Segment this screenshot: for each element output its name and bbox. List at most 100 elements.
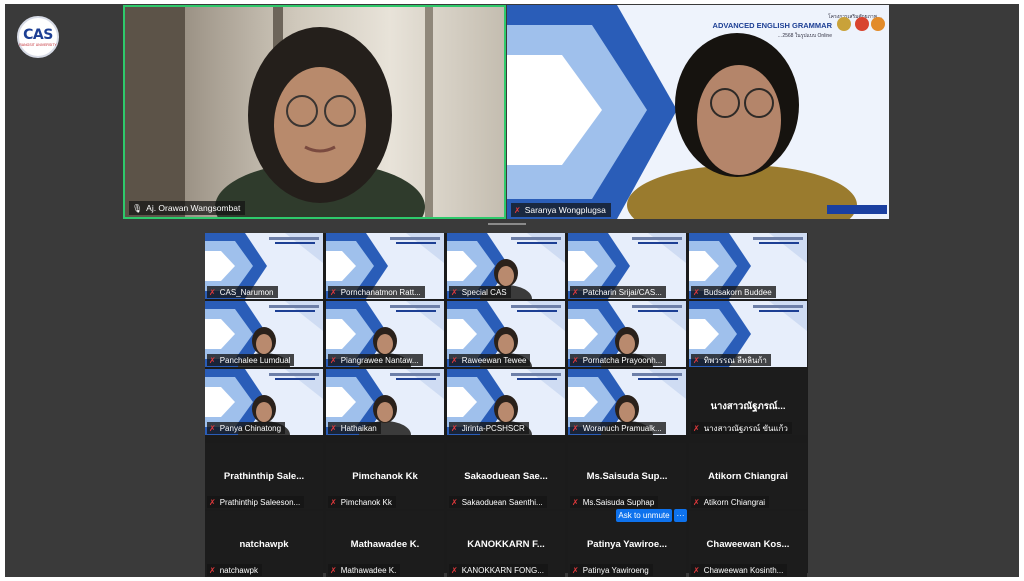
participant-display-name: Sakaoduean Sae...	[464, 471, 548, 482]
participant-display-name: Prathinthip Sale...	[223, 471, 305, 482]
participant-tile[interactable]: Ms.Saisuda Sup... ✗ Ms.Saisuda Suphap	[568, 443, 686, 509]
muted-mic-icon: ✗	[451, 287, 458, 297]
participant-name-tag: ✗ Panchalee Lumdual	[207, 354, 295, 366]
participant-tile[interactable]: KANOKKARN F... ✗ KANOKKARN FONG...	[447, 511, 565, 577]
participant-name: Pornchanatmon Ratt...	[340, 287, 421, 297]
participant-name-tag: ✗ Prathinthip Saleeson...	[207, 496, 305, 508]
participant-name: Hathaikan	[340, 423, 377, 433]
participant-name-tag: ✗ Pornatcha Prayoonh...	[570, 354, 667, 366]
slide-line-1: โครงการเสริมศักยภาพ…	[828, 14, 882, 20]
participant-name-tag: ✗ Sakaoduean Saenthi...	[449, 496, 547, 508]
participant-tile[interactable]: นางสาวณัฐภรณ์... ✗ นางสาวณัฐภรณ์ ขันแก้ว	[689, 369, 807, 435]
participant-tile[interactable]: ✗ Special CAS	[447, 233, 565, 299]
participant-name: Patcharin Srijai/CAS...	[582, 287, 662, 297]
participant-name: ทิพวรรณ ลีหลินก้า	[703, 355, 767, 365]
participant-tile[interactable]: ✗ Pornchanatmon Ratt...	[326, 233, 444, 299]
participant-name-tag: ✗ นางสาวณัฐภรณ์ ขันแก้ว	[691, 422, 792, 434]
slide-line-2: …2568 ในรูปแบบ Online	[777, 33, 832, 39]
muted-mic-icon: ✗	[330, 497, 337, 507]
participant-name-tag: ✗ Special CAS	[449, 286, 511, 298]
participant-tile[interactable]: ✗ CAS_Narumon	[205, 233, 323, 299]
speaker-name: Saranya Wongplugsa	[524, 205, 606, 215]
participant-name: Woranuch Pramualk...	[582, 423, 662, 433]
muted-mic-icon: ✗	[451, 355, 458, 365]
participant-display-name: natchawpk	[239, 539, 289, 550]
muted-mic-icon: ✗	[209, 565, 216, 575]
participant-grid: ✗ CAS_Narumon ✗ Pornchanatmon Ratt... ✗ Speci…	[205, 233, 808, 577]
participant-tile[interactable]: Mathawadee K. ✗ Mathawadee K.	[326, 511, 444, 577]
participant-name: Ms.Saisuda Suphap	[582, 497, 655, 507]
participant-name: natchawpk	[219, 565, 258, 575]
ask-to-unmute-button[interactable]: Ask to unmute	[616, 509, 672, 522]
muted-mic-icon: ✗	[330, 565, 337, 575]
speaker-tile-active[interactable]: 🎙 Aj. Orawan Wangsombat	[123, 5, 506, 219]
participant-tile[interactable]: Pimchanok Kk ✗ Pimchanok Kk	[326, 443, 444, 509]
muted-mic-icon: ✗	[209, 423, 216, 433]
speaker-tile[interactable]: โครงการเสริมศักยภาพ… ADVANCED ENGLISH GR…	[507, 5, 889, 219]
participant-name: Panya Chinatong	[219, 423, 282, 433]
participant-display-name: Mathawadee K.	[350, 539, 420, 550]
participant-tile[interactable]: ✗ Budsakorn Buddee	[689, 233, 807, 299]
muted-mic-icon: ✗	[693, 423, 700, 433]
participant-name: Piangrawee Nantaw...	[340, 355, 419, 365]
participant-name-tag: ✗ Raweewan Tewee	[449, 354, 531, 366]
participant-name-tag: ✗ Pornchanatmon Ratt...	[328, 286, 425, 298]
logo-icon	[871, 17, 885, 31]
participant-name-tag: ✗ KANOKKARN FONG...	[449, 564, 548, 576]
participant-name: Budsakorn Buddee	[703, 287, 772, 297]
muted-mic-icon: ✗	[693, 565, 700, 575]
participant-name: Pornatcha Prayoonh...	[582, 355, 663, 365]
emblem-icon	[837, 17, 851, 31]
participant-tile[interactable]: ✗ Piangrawee Nantaw...	[326, 301, 444, 367]
participant-name-tag: ✗ Woranuch Pramualk...	[570, 422, 666, 434]
logo-text: CAS	[23, 26, 53, 43]
participant-tile[interactable]: natchawpk ✗ natchawpk	[205, 511, 323, 577]
participant-name-tag: ✗ Budsakorn Buddee	[691, 286, 776, 298]
participant-name-tag: ✗ Panya Chinatong	[207, 422, 286, 434]
participant-tile[interactable]: ✗ Panya Chinatong	[205, 369, 323, 435]
participant-tile[interactable]: ✗ Hathaikan	[326, 369, 444, 435]
participant-tile[interactable]: ✗ Patcharin Srijai/CAS...	[568, 233, 686, 299]
participant-tile[interactable]: ✗ Panchalee Lumdual	[205, 301, 323, 367]
participant-name-tag: ✗ Ms.Saisuda Suphap	[570, 496, 659, 508]
participant-display-name: KANOKKARN F...	[467, 539, 545, 550]
muted-mic-icon: ✗	[330, 355, 337, 365]
muted-mic-icon: ✗	[572, 497, 579, 507]
muted-mic-icon: ✗	[572, 355, 579, 365]
participant-tile[interactable]: Prathinthip Sale... ✗ Prathinthip Saleeson…	[205, 443, 323, 509]
muted-mic-icon: ✗	[572, 287, 579, 297]
participant-name: Prathinthip Saleeson...	[219, 497, 301, 507]
participant-tile[interactable]: ✗ Raweewan Tewee	[447, 301, 565, 367]
participant-name: KANOKKARN FONG...	[461, 565, 544, 575]
participant-tile[interactable]: ✗ ทิพวรรณ ลีหลินก้า	[689, 301, 807, 367]
participant-name-tag: ✗ Mathawadee K.	[328, 564, 401, 576]
participant-display-name: Patinya Yawiroe...	[586, 539, 668, 550]
participant-tile[interactable]: Sakaoduean Sae... ✗ Sakaoduean Saenthi...	[447, 443, 565, 509]
participant-tile[interactable]: ✗ Pornatcha Prayoonh...	[568, 301, 686, 367]
logo-subtext: RANGSIT UNIVERSITY	[19, 42, 57, 47]
muted-mic-icon: ✗	[209, 497, 216, 507]
muted-mic-icon: ✗	[330, 423, 337, 433]
participant-tile[interactable]: Atikorn Chiangrai ✗ Atikorn Chiangrai	[689, 443, 807, 509]
participant-name: CAS_Narumon	[219, 287, 274, 297]
participant-display-name: Atikorn Chiangrai	[708, 471, 788, 482]
participant-name-tag: ✗ Patcharin Srijai/CAS...	[570, 286, 666, 298]
muted-mic-icon: ✗	[693, 355, 700, 365]
participant-tile[interactable]: ✗ Jirinta-PCSHSCR	[447, 369, 565, 435]
muted-mic-icon: ✗	[693, 287, 700, 297]
muted-mic-icon: ✗	[451, 423, 458, 433]
participant-name-tag: ✗ ทิพวรรณ ลีหลินก้า	[691, 354, 771, 366]
more-options-button[interactable]: ···	[674, 509, 687, 522]
participant-name-tag: ✗ Jirinta-PCSHSCR	[449, 422, 529, 434]
muted-mic-icon: ✗	[514, 205, 521, 215]
muted-mic-icon: ✗	[451, 565, 458, 575]
muted-mic-icon: ✗	[209, 287, 216, 297]
resize-handle[interactable]	[488, 223, 526, 225]
participant-tile[interactable]: ✗ Woranuch Pramualk...	[568, 369, 686, 435]
participant-tile[interactable]: Chaweewan Kos... ✗ Chaweewan Kosinth...	[689, 511, 807, 577]
participant-name: Chaweewan Kosinth...	[703, 565, 784, 575]
participant-name: Atikorn Chiangrai	[703, 497, 766, 507]
participant-name: Sakaoduean Saenthi...	[461, 497, 543, 507]
cas-logo: CAS RANGSIT UNIVERSITY	[17, 16, 59, 58]
muted-mic-icon: ✗	[451, 497, 458, 507]
